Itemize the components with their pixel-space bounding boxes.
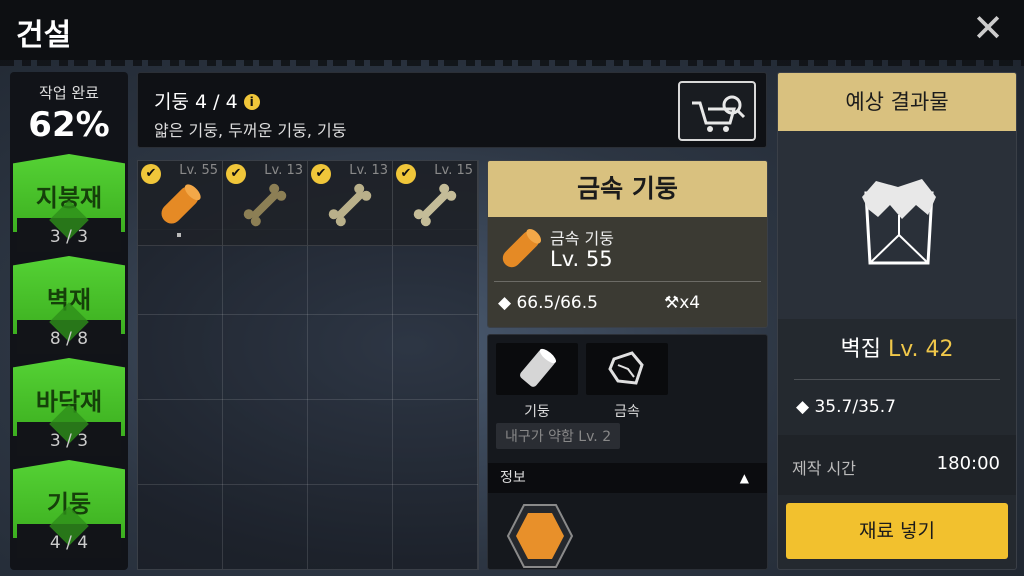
selected-item-durability: 66.5/66.5 [516, 293, 598, 313]
bone-icon [328, 183, 372, 227]
selected-item-name: 금속 기둥 [550, 229, 614, 248]
cube-icon: ◆ [796, 397, 810, 417]
hammer-count: x4 [679, 293, 701, 313]
materials-panel: 기둥 금속 내구가 약함 Lv. 2 정보 ▲ [487, 334, 768, 570]
inventory-slot[interactable]: ✔ Lv. 13 [308, 161, 393, 246]
result-preview [778, 131, 1016, 319]
selected-item-level: Lv. 55 [550, 247, 613, 271]
cube-icon: ◆ [498, 293, 512, 313]
craft-time-value: 180:00 [936, 453, 1000, 474]
progress-value: 62% [28, 105, 110, 145]
result-durability: 35.7/35.7 [814, 397, 896, 417]
craft-time-label: 제작 시간 [792, 459, 856, 478]
slot-level: Lv. 15 [434, 163, 473, 178]
material-label: 금속 [614, 404, 640, 420]
result-name: 벽집 [840, 337, 881, 362]
info-toggle[interactable]: 정보 ▲ [488, 463, 767, 493]
inventory-slot[interactable]: ✔ Lv. 55 [138, 161, 223, 246]
material-metal[interactable] [586, 343, 668, 395]
category-header: 기둥 4 / 4 i 얇은 기둥, 두꺼운 기둥, 기둥 [137, 72, 767, 148]
progress-label: 작업 완료 [39, 84, 99, 102]
info-icon[interactable]: i [243, 94, 260, 110]
category-pillar[interactable]: 기둥 4 / 4 [13, 460, 125, 562]
metal-pillar-icon [502, 228, 542, 268]
hut-icon [862, 179, 936, 265]
result-header: 예상 결과물 [778, 73, 1016, 131]
selected-item-title: 금속 기둥 [488, 161, 767, 217]
inventory-slot[interactable]: ✔ Lv. 13 [223, 161, 308, 246]
metal-icon [608, 351, 644, 385]
slot-level: Lv. 13 [264, 163, 303, 178]
close-button[interactable]: ✕ [970, 8, 1006, 48]
material-label: 기둥 [524, 404, 550, 420]
bone-icon [243, 183, 287, 227]
category-count: 3 / 3 [49, 431, 89, 451]
category-subtitle: 얇은 기둥, 두꺼운 기둥, 기둥 [154, 121, 347, 140]
selected-item-detail: 금속 기둥 금속 기둥 Lv. 55 ◆ 66.5/66.5 ⚒x4 [487, 160, 768, 328]
pillar-icon [520, 348, 557, 387]
inventory-grid: ✔ Lv. 55 ✔ Lv. 13 ✔ Lv. 13 ✔ Lv. 15 [137, 160, 479, 570]
material-pillar[interactable] [496, 343, 578, 395]
category-count: 3 / 3 [49, 227, 89, 247]
category-count: 8 / 8 [49, 329, 89, 349]
collapse-arrow-icon: ▲ [739, 471, 749, 485]
slot-level: Lv. 55 [179, 163, 218, 178]
bone-icon [413, 183, 457, 227]
top-bar: 건설 ✕ [0, 0, 1024, 66]
hex-badge[interactable] [504, 501, 576, 569]
shop-search-button[interactable] [678, 81, 756, 141]
cart-search-icon [692, 95, 746, 132]
inventory-slot[interactable]: ✔ Lv. 15 [393, 161, 478, 246]
result-level: Lv. 42 [887, 337, 954, 362]
divider [794, 379, 1000, 380]
category-wall[interactable]: 벽재 8 / 8 [13, 256, 125, 358]
category-title: 기둥 4 / 4 [154, 91, 238, 113]
hammer-icon: ⚒ [664, 293, 680, 313]
category-roof[interactable]: 지붕재 3 / 3 [13, 154, 125, 256]
orange-pillar-icon [161, 184, 201, 224]
hexagon-icon [506, 504, 574, 568]
progress-summary: 작업 완료 62% [10, 72, 128, 154]
category-floor[interactable]: 바닥재 3 / 3 [13, 358, 125, 460]
slot-level: Lv. 13 [349, 163, 388, 178]
category-count: 4 / 4 [49, 533, 89, 553]
add-materials-button[interactable]: 재료 넣기 [786, 503, 1008, 559]
category-sidebar: 작업 완료 62% 지붕재 3 / 3 벽재 8 / 8 바닥재 3 / 3 기… [10, 72, 128, 570]
expected-result-panel: 예상 결과물 벽집 Lv. 42 ◆ 35.7/35.7 제작 시간 180:0… [777, 72, 1017, 570]
info-label: 정보 [500, 470, 526, 486]
page-title: 건설 [16, 18, 72, 53]
weakness-tag: 내구가 약함 Lv. 2 [496, 423, 621, 449]
craft-time-row: 제작 시간 180:00 [778, 435, 1016, 495]
